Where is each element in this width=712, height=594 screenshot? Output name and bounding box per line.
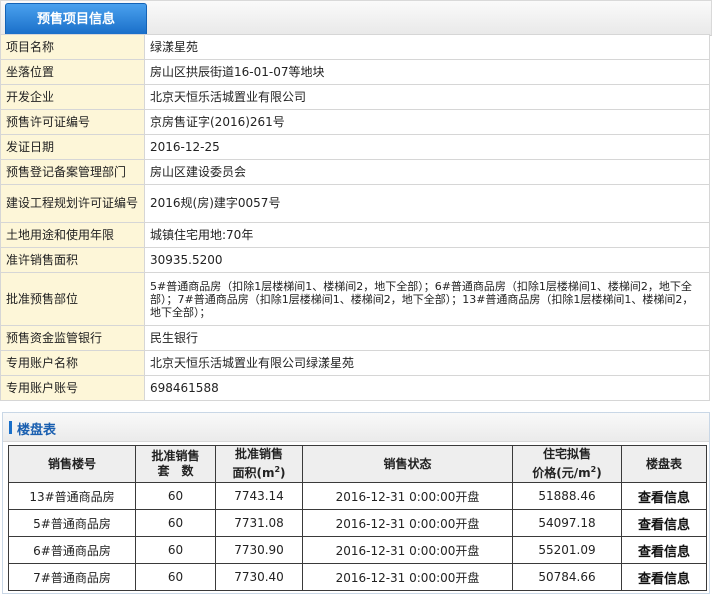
cell-units: 60 [135,509,216,537]
table-row: 6#普通商品房 60 7730.90 2016-12-31 0:00:00开盘 … [8,536,707,564]
info-label: 发证日期 [0,134,145,160]
cell-area: 7731.08 [215,509,303,537]
cell-price: 55201.09 [512,536,622,564]
cell-status: 2016-12-31 0:00:00开盘 [302,563,513,591]
info-row: 坐落位置 房山区拱辰街道16-01-07等地块 [0,59,710,85]
cell-building: 13#普通商品房 [8,482,136,510]
cell-units: 60 [135,563,216,591]
info-value: 北京天恒乐活城置业有限公司 [144,84,710,110]
tab-presale-info[interactable]: 预售项目信息 [5,3,147,35]
col-table: 楼盘表 [621,445,707,483]
cell-status: 2016-12-31 0:00:00开盘 [302,482,513,510]
info-label: 坐落位置 [0,59,145,85]
info-value: 30935.5200 [144,247,710,273]
info-value: 房山区建设委员会 [144,159,710,185]
table-row: 13#普通商品房 60 7743.14 2016-12-31 0:00:00开盘… [8,482,707,510]
table-row: 7#普通商品房 60 7730.40 2016-12-31 0:00:00开盘 … [8,563,707,591]
info-value: 民生银行 [144,325,710,351]
info-row: 项目名称 绿漾星苑 [0,34,710,60]
cell-price: 50784.66 [512,563,622,591]
info-row: 预售登记备案管理部门 房山区建设委员会 [0,159,710,185]
building-table: 销售楼号 批准销售套 数 批准销售 面积(m2) 销售状态 住宅拟售 价格(元/m2… [8,445,707,591]
section-header: 楼盘表 [3,413,709,442]
table-header-row: 销售楼号 批准销售套 数 批准销售 面积(m2) 销售状态 住宅拟售 价格(元/m2… [8,445,707,483]
col-status: 销售状态 [302,445,513,483]
info-label: 开发企业 [0,84,145,110]
info-row: 专用账户名称 北京天恒乐活城置业有限公司绿漾星苑 [0,350,710,376]
info-value: 698461588 [144,375,710,401]
info-label: 专用账户名称 [0,350,145,376]
info-row: 专用账户账号 698461588 [0,375,710,401]
col-units: 批准销售套 数 [135,445,216,483]
project-info-table: 项目名称 绿漾星苑 坐落位置 房山区拱辰街道16-01-07等地块 开发企业 北… [0,34,710,401]
info-label: 准许销售面积 [0,247,145,273]
cell-area: 7730.40 [215,563,303,591]
info-value: 绿漾星苑 [144,34,710,60]
cell-area: 7743.14 [215,482,303,510]
cell-status: 2016-12-31 0:00:00开盘 [302,509,513,537]
info-label: 建设工程规划许可证编号 [0,184,145,223]
info-row: 发证日期 2016-12-25 [0,134,710,160]
col-price: 住宅拟售 价格(元/m2) [512,445,622,483]
info-value: 房山区拱辰街道16-01-07等地块 [144,59,710,85]
view-info-link[interactable]: 查看信息 [621,509,707,537]
cell-building: 5#普通商品房 [8,509,136,537]
cell-units: 60 [135,536,216,564]
info-value: 2016-12-25 [144,134,710,160]
info-row: 建设工程规划许可证编号 2016规(房)建字0057号 [0,184,710,223]
info-value: 2016规(房)建字0057号 [144,184,710,223]
info-label: 预售资金监管银行 [0,325,145,351]
cell-price: 54097.18 [512,509,622,537]
info-row: 预售许可证编号 京房售证字(2016)261号 [0,109,710,135]
col-area: 批准销售 面积(m2) [215,445,303,483]
view-info-link[interactable]: 查看信息 [621,563,707,591]
info-label: 预售登记备案管理部门 [0,159,145,185]
info-label: 批准预售部位 [0,272,145,326]
view-info-link[interactable]: 查看信息 [621,536,707,564]
info-label: 土地用途和使用年限 [0,222,145,248]
info-row: 准许销售面积 30935.5200 [0,247,710,273]
cell-building: 7#普通商品房 [8,563,136,591]
cell-price: 51888.46 [512,482,622,510]
info-label: 预售许可证编号 [0,109,145,135]
cell-status: 2016-12-31 0:00:00开盘 [302,536,513,564]
section-marker [9,421,12,434]
info-row: 预售资金监管银行 民生银行 [0,325,710,351]
table-row: 5#普通商品房 60 7731.08 2016-12-31 0:00:00开盘 … [8,509,707,537]
info-row: 土地用途和使用年限 城镇住宅用地:70年 [0,222,710,248]
view-info-link[interactable]: 查看信息 [621,482,707,510]
building-list-section: 楼盘表 销售楼号 批准销售套 数 批准销售 面积(m2) 销售状态 住宅拟售 价格(… [2,412,710,594]
info-row: 开发企业 北京天恒乐活城置业有限公司 [0,84,710,110]
info-value: 京房售证字(2016)261号 [144,109,710,135]
info-label: 专用账户账号 [0,375,145,401]
cell-building: 6#普通商品房 [8,536,136,564]
cell-units: 60 [135,482,216,510]
cell-area: 7730.90 [215,536,303,564]
section-title: 楼盘表 [17,423,57,438]
tab-bar: 预售项目信息 [0,0,712,36]
info-value: 城镇住宅用地:70年 [144,222,710,248]
info-value: 北京天恒乐活城置业有限公司绿漾星苑 [144,350,710,376]
info-value: 5#普通商品房（扣除1层楼梯间1、楼梯间2，地下全部）；6#普通商品房（扣除1层… [144,272,710,326]
col-building: 销售楼号 [8,445,136,483]
info-label: 项目名称 [0,34,145,60]
info-row: 批准预售部位 5#普通商品房（扣除1层楼梯间1、楼梯间2，地下全部）；6#普通商… [0,272,710,326]
